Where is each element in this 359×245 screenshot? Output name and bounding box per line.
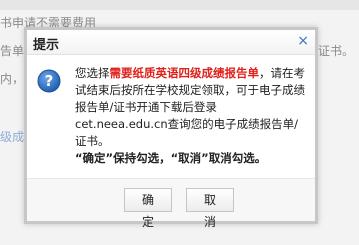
dialog-footer: 确定 取消: [27, 178, 315, 229]
message-paragraph: 您选择需要纸质英语四级成绩报告单，请在考试结束后按所在学校规定领取，可于电子成绩…: [75, 65, 307, 150]
message-note: “确定”保持勾选，“取消”取消勾选。: [75, 151, 267, 165]
dialog-body: ? 您选择需要纸质英语四级成绩报告单，请在考试结束后按所在学校规定领取，可于电子…: [27, 55, 315, 167]
cancel-button[interactable]: 取消: [186, 188, 234, 229]
dialog-title: 提示: [33, 38, 60, 53]
background-top-strip: [0, 0, 359, 10]
dialog-message: 您选择需要纸质英语四级成绩报告单，请在考试结束后按所在学校规定领取，可于电子成绩…: [75, 65, 307, 167]
message-text-part1: 您选择: [75, 66, 110, 80]
prompt-dialog: 提示 × ? 您选择需要纸质英语四级成绩报告单，请在考试结束后按所在学校规定领取…: [24, 27, 318, 229]
ok-button[interactable]: 确定: [124, 188, 172, 229]
dialog-header: 提示 ×: [27, 30, 315, 55]
svg-text:?: ?: [45, 72, 54, 90]
question-icon: ?: [37, 69, 61, 93]
message-highlight: 需要纸质英语四级成绩报告单: [109, 66, 260, 80]
background-text-3: /证书。: [314, 44, 355, 58]
close-icon[interactable]: ×: [297, 33, 309, 49]
